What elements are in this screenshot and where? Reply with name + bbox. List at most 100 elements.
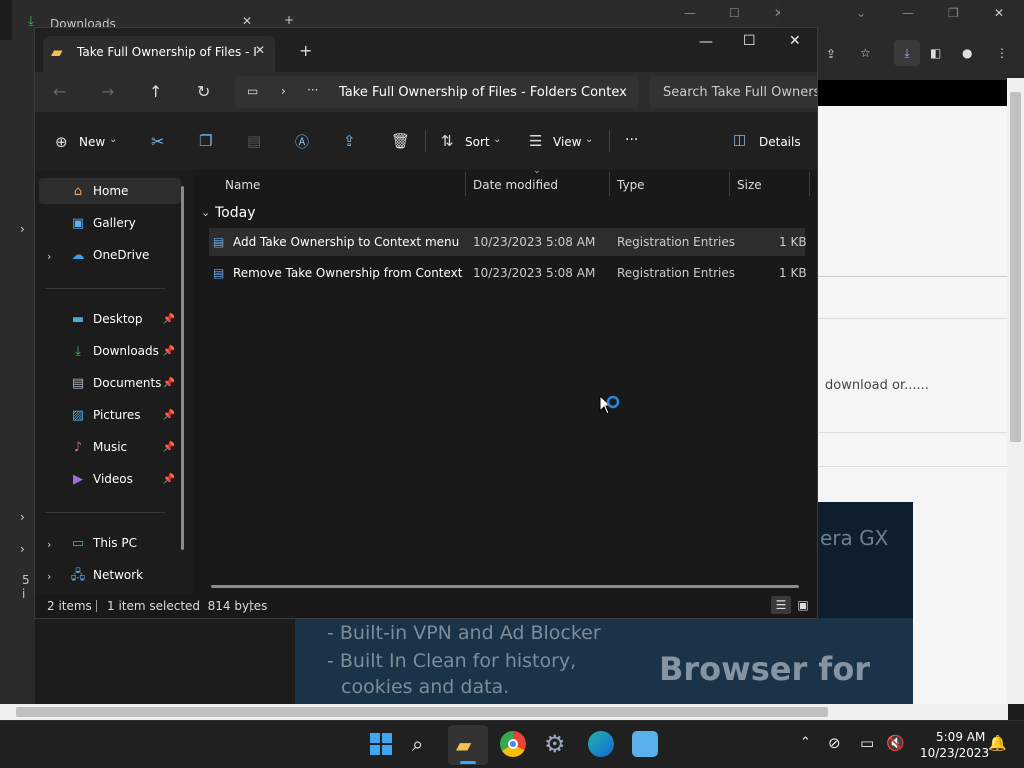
new-chevron-icon[interactable]: ⌄ xyxy=(109,134,117,145)
cut-icon[interactable]: ✂ xyxy=(151,132,164,151)
thispc-expand-icon[interactable]: › xyxy=(47,538,51,551)
nav-gallery[interactable]: ▣ Gallery xyxy=(39,210,181,236)
vertical-scroll-thumb[interactable] xyxy=(1010,92,1021,442)
minimize-icon[interactable]: — xyxy=(699,34,713,50)
maximize-icon[interactable]: ☐ xyxy=(743,33,756,49)
column-name[interactable]: Name xyxy=(225,178,260,192)
control-panel-icon[interactable] xyxy=(632,731,658,757)
onedrive-expand-icon[interactable]: › xyxy=(47,250,51,263)
banner-tagline: Browser for xyxy=(659,650,871,688)
notification-bell-icon[interactable]: 🔔 xyxy=(988,734,1007,752)
background-tab-close-icon[interactable]: ✕ xyxy=(242,14,252,28)
file-row[interactable]: ▤ Remove Take Ownership from Context M..… xyxy=(209,259,807,287)
pin-icon[interactable]: 📌 xyxy=(163,442,175,453)
file-row[interactable]: ▤ Add Take Ownership to Context menu 10/… xyxy=(209,228,807,256)
nav-onedrive[interactable]: ☁ OneDrive xyxy=(57,242,181,268)
pin-icon[interactable]: 📌 xyxy=(163,378,175,389)
horizontal-scrollbar[interactable] xyxy=(211,585,799,588)
new-tab-icon[interactable]: + xyxy=(299,41,312,60)
nav-home[interactable]: ⌂ Home xyxy=(39,178,181,204)
nav-network[interactable]: 🖧 Network xyxy=(57,562,181,588)
back-icon[interactable]: ← xyxy=(53,82,66,101)
background-new-tab-icon[interactable]: + xyxy=(284,13,294,27)
close-icon[interactable]: ✕ xyxy=(789,33,801,49)
address-bar-row: ← → ↑ ↻ ▭ › ··· Take Full Ownership of F… xyxy=(35,72,817,112)
search-taskbar-icon[interactable]: ⌕ xyxy=(412,732,423,756)
details-pane-icon[interactable]: ◫ xyxy=(733,132,746,148)
nav-this-pc[interactable]: ▭ This PC xyxy=(57,530,181,556)
nav-downloads[interactable]: ⤓ Downloads 📌 xyxy=(39,338,181,364)
downloads-icon[interactable]: ⤓ xyxy=(894,40,920,66)
address-field[interactable]: ▭ › ··· Take Full Ownership of Files - F… xyxy=(235,76,639,108)
sort-icon[interactable]: ⇅ xyxy=(441,132,454,150)
nav-videos[interactable]: ▶ Videos 📌 xyxy=(39,466,181,492)
browser-minimize-icon[interactable]: — xyxy=(902,6,914,20)
nav-documents[interactable]: ▤ Documents 📌 xyxy=(39,370,181,396)
view-chevron-icon[interactable]: ⌄ xyxy=(585,134,593,145)
profile-icon[interactable]: ● xyxy=(962,46,972,60)
pin-icon[interactable]: 📌 xyxy=(163,410,175,421)
forward-icon[interactable]: → xyxy=(101,82,114,101)
share-icon[interactable]: ⇪ xyxy=(826,47,836,61)
volume-muted-icon[interactable]: 🔇 xyxy=(886,734,905,752)
breadcrumb-overflow-icon[interactable]: ··· xyxy=(307,83,318,97)
background-minimize-icon[interactable]: — xyxy=(684,6,696,20)
menu-icon[interactable]: ⋮ xyxy=(996,46,1008,60)
column-date-modified[interactable]: Date modified xyxy=(473,178,558,192)
nav-scrollbar[interactable] xyxy=(181,186,184,550)
share-icon[interactable]: ⇪ xyxy=(343,132,356,150)
horizontal-scroll-thumb[interactable] xyxy=(16,707,828,717)
breadcrumb[interactable]: Take Full Ownership of Files - Folders C… xyxy=(339,85,627,100)
explorer-taskbar-button[interactable]: ▰ xyxy=(448,725,488,765)
tiles-view-icon[interactable]: ▣ xyxy=(793,596,813,614)
settings-icon[interactable]: ⚙ xyxy=(544,730,566,758)
edge-icon[interactable] xyxy=(588,731,614,757)
rename-icon[interactable]: Ⓐ xyxy=(295,132,309,152)
details-view-icon[interactable]: ☰ xyxy=(771,596,791,614)
sidebar-icon[interactable]: ◧ xyxy=(930,46,941,60)
view-button[interactable]: View xyxy=(553,135,581,149)
explorer-tab[interactable]: ▰ Take Full Ownership of Files - I ✕ xyxy=(43,36,275,72)
background-maximize-icon[interactable]: ☐ xyxy=(729,6,740,20)
page-vertical-scrollbar[interactable] xyxy=(1007,78,1024,704)
tray-overflow-icon[interactable]: ⌃ xyxy=(800,735,811,750)
clock-time[interactable]: 5:09 AM xyxy=(936,730,985,744)
sort-chevron-icon[interactable]: ⌄ xyxy=(493,134,501,145)
new-icon[interactable]: ⊕ xyxy=(55,133,68,151)
star-icon[interactable]: ☆ xyxy=(860,46,871,60)
browser-restore-icon[interactable]: ❐ xyxy=(948,6,959,20)
start-icon[interactable] xyxy=(368,731,394,757)
browser-chevron-icon[interactable]: ⌄ xyxy=(856,6,866,20)
display-tray-icon[interactable]: ▭ xyxy=(860,734,874,752)
copy-icon[interactable]: ❐ xyxy=(199,132,212,150)
paste-icon[interactable]: ▤ xyxy=(247,132,261,150)
clock-date[interactable]: 10/23/2023 xyxy=(920,746,989,760)
group-collapse-icon[interactable]: ⌄ xyxy=(201,206,210,219)
more-options-button[interactable]: ··· xyxy=(625,132,638,148)
view-icon[interactable]: ☰ xyxy=(529,132,542,150)
pin-icon[interactable]: 📌 xyxy=(163,474,175,485)
column-type[interactable]: Type xyxy=(617,178,645,192)
network-tray-icon[interactable]: ⊘ xyxy=(828,734,841,752)
column-size[interactable]: Size xyxy=(737,178,762,192)
up-icon[interactable]: ↑ xyxy=(149,82,162,101)
nav-music[interactable]: ♪ Music 📌 xyxy=(39,434,181,460)
pin-icon[interactable]: 📌 xyxy=(163,346,175,357)
new-button[interactable]: New xyxy=(79,135,105,149)
group-header[interactable]: Today xyxy=(215,205,256,221)
page-horizontal-scrollbar[interactable] xyxy=(0,704,1008,720)
network-expand-icon[interactable]: › xyxy=(47,570,51,583)
tab-close-icon[interactable]: ✕ xyxy=(255,43,265,57)
breadcrumb-chevron-icon[interactable]: › xyxy=(281,84,286,98)
search-input[interactable]: Search Take Full Ownersh xyxy=(649,76,817,108)
banner-brand: era GX xyxy=(820,526,889,550)
browser-close-icon[interactable]: ✕ xyxy=(994,6,1004,20)
chrome-icon[interactable] xyxy=(500,731,526,757)
sort-button[interactable]: Sort xyxy=(465,135,490,149)
nav-desktop[interactable]: ▬ Desktop 📌 xyxy=(39,306,181,332)
delete-icon[interactable]: 🗑 xyxy=(391,132,410,150)
nav-pictures[interactable]: ▨ Pictures 📌 xyxy=(39,402,181,428)
pin-icon[interactable]: 📌 xyxy=(163,314,175,325)
refresh-icon[interactable]: ↻ xyxy=(197,82,210,101)
details-button[interactable]: Details xyxy=(759,135,801,149)
